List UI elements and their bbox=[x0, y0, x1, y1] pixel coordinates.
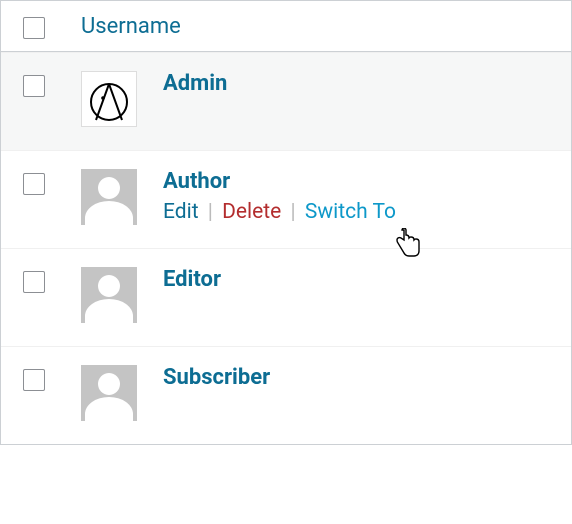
table-row: Subscriber bbox=[1, 346, 571, 444]
table-header-row: Username bbox=[1, 1, 571, 52]
table-row: Author Edit | Delete | Switch To bbox=[1, 150, 571, 248]
delete-link[interactable]: Delete bbox=[222, 200, 281, 224]
table-row: Editor bbox=[1, 248, 571, 346]
avatar bbox=[81, 169, 137, 225]
action-separator: | bbox=[204, 200, 217, 224]
edit-link[interactable]: Edit bbox=[163, 200, 199, 224]
row-actions: Edit | Delete | Switch To bbox=[163, 200, 571, 224]
row-avatar-col bbox=[81, 267, 163, 323]
row-check-col bbox=[23, 169, 81, 195]
row-checkbox[interactable] bbox=[23, 75, 45, 97]
row-avatar-col bbox=[81, 365, 163, 421]
avatar bbox=[81, 71, 137, 127]
row-check-col bbox=[23, 365, 81, 391]
row-avatar-col bbox=[81, 71, 163, 127]
row-check-col bbox=[23, 71, 81, 97]
header-username-col: Username bbox=[81, 14, 571, 39]
row-check-col bbox=[23, 267, 81, 293]
row-main-col: Author Edit | Delete | Switch To bbox=[163, 169, 571, 224]
username-link[interactable]: Author bbox=[163, 169, 571, 194]
table-row: Admin bbox=[1, 52, 571, 150]
username-column-header[interactable]: Username bbox=[81, 14, 571, 39]
avatar bbox=[81, 365, 137, 421]
avatar bbox=[81, 267, 137, 323]
users-table: Username Admin bbox=[0, 0, 572, 445]
row-checkbox[interactable] bbox=[23, 173, 45, 195]
select-all-checkbox[interactable] bbox=[23, 17, 45, 39]
header-check-col bbox=[23, 13, 81, 39]
username-link[interactable]: Admin bbox=[163, 71, 571, 96]
row-checkbox[interactable] bbox=[23, 369, 45, 391]
switch-to-link[interactable]: Switch To bbox=[305, 200, 396, 224]
row-avatar-col bbox=[81, 169, 163, 225]
row-main-col: Editor bbox=[163, 267, 571, 292]
row-checkbox[interactable] bbox=[23, 271, 45, 293]
username-link[interactable]: Editor bbox=[163, 267, 571, 292]
row-main-col: Subscriber bbox=[163, 365, 571, 390]
row-main-col: Admin bbox=[163, 71, 571, 96]
username-link[interactable]: Subscriber bbox=[163, 365, 571, 390]
action-separator: | bbox=[287, 200, 300, 224]
